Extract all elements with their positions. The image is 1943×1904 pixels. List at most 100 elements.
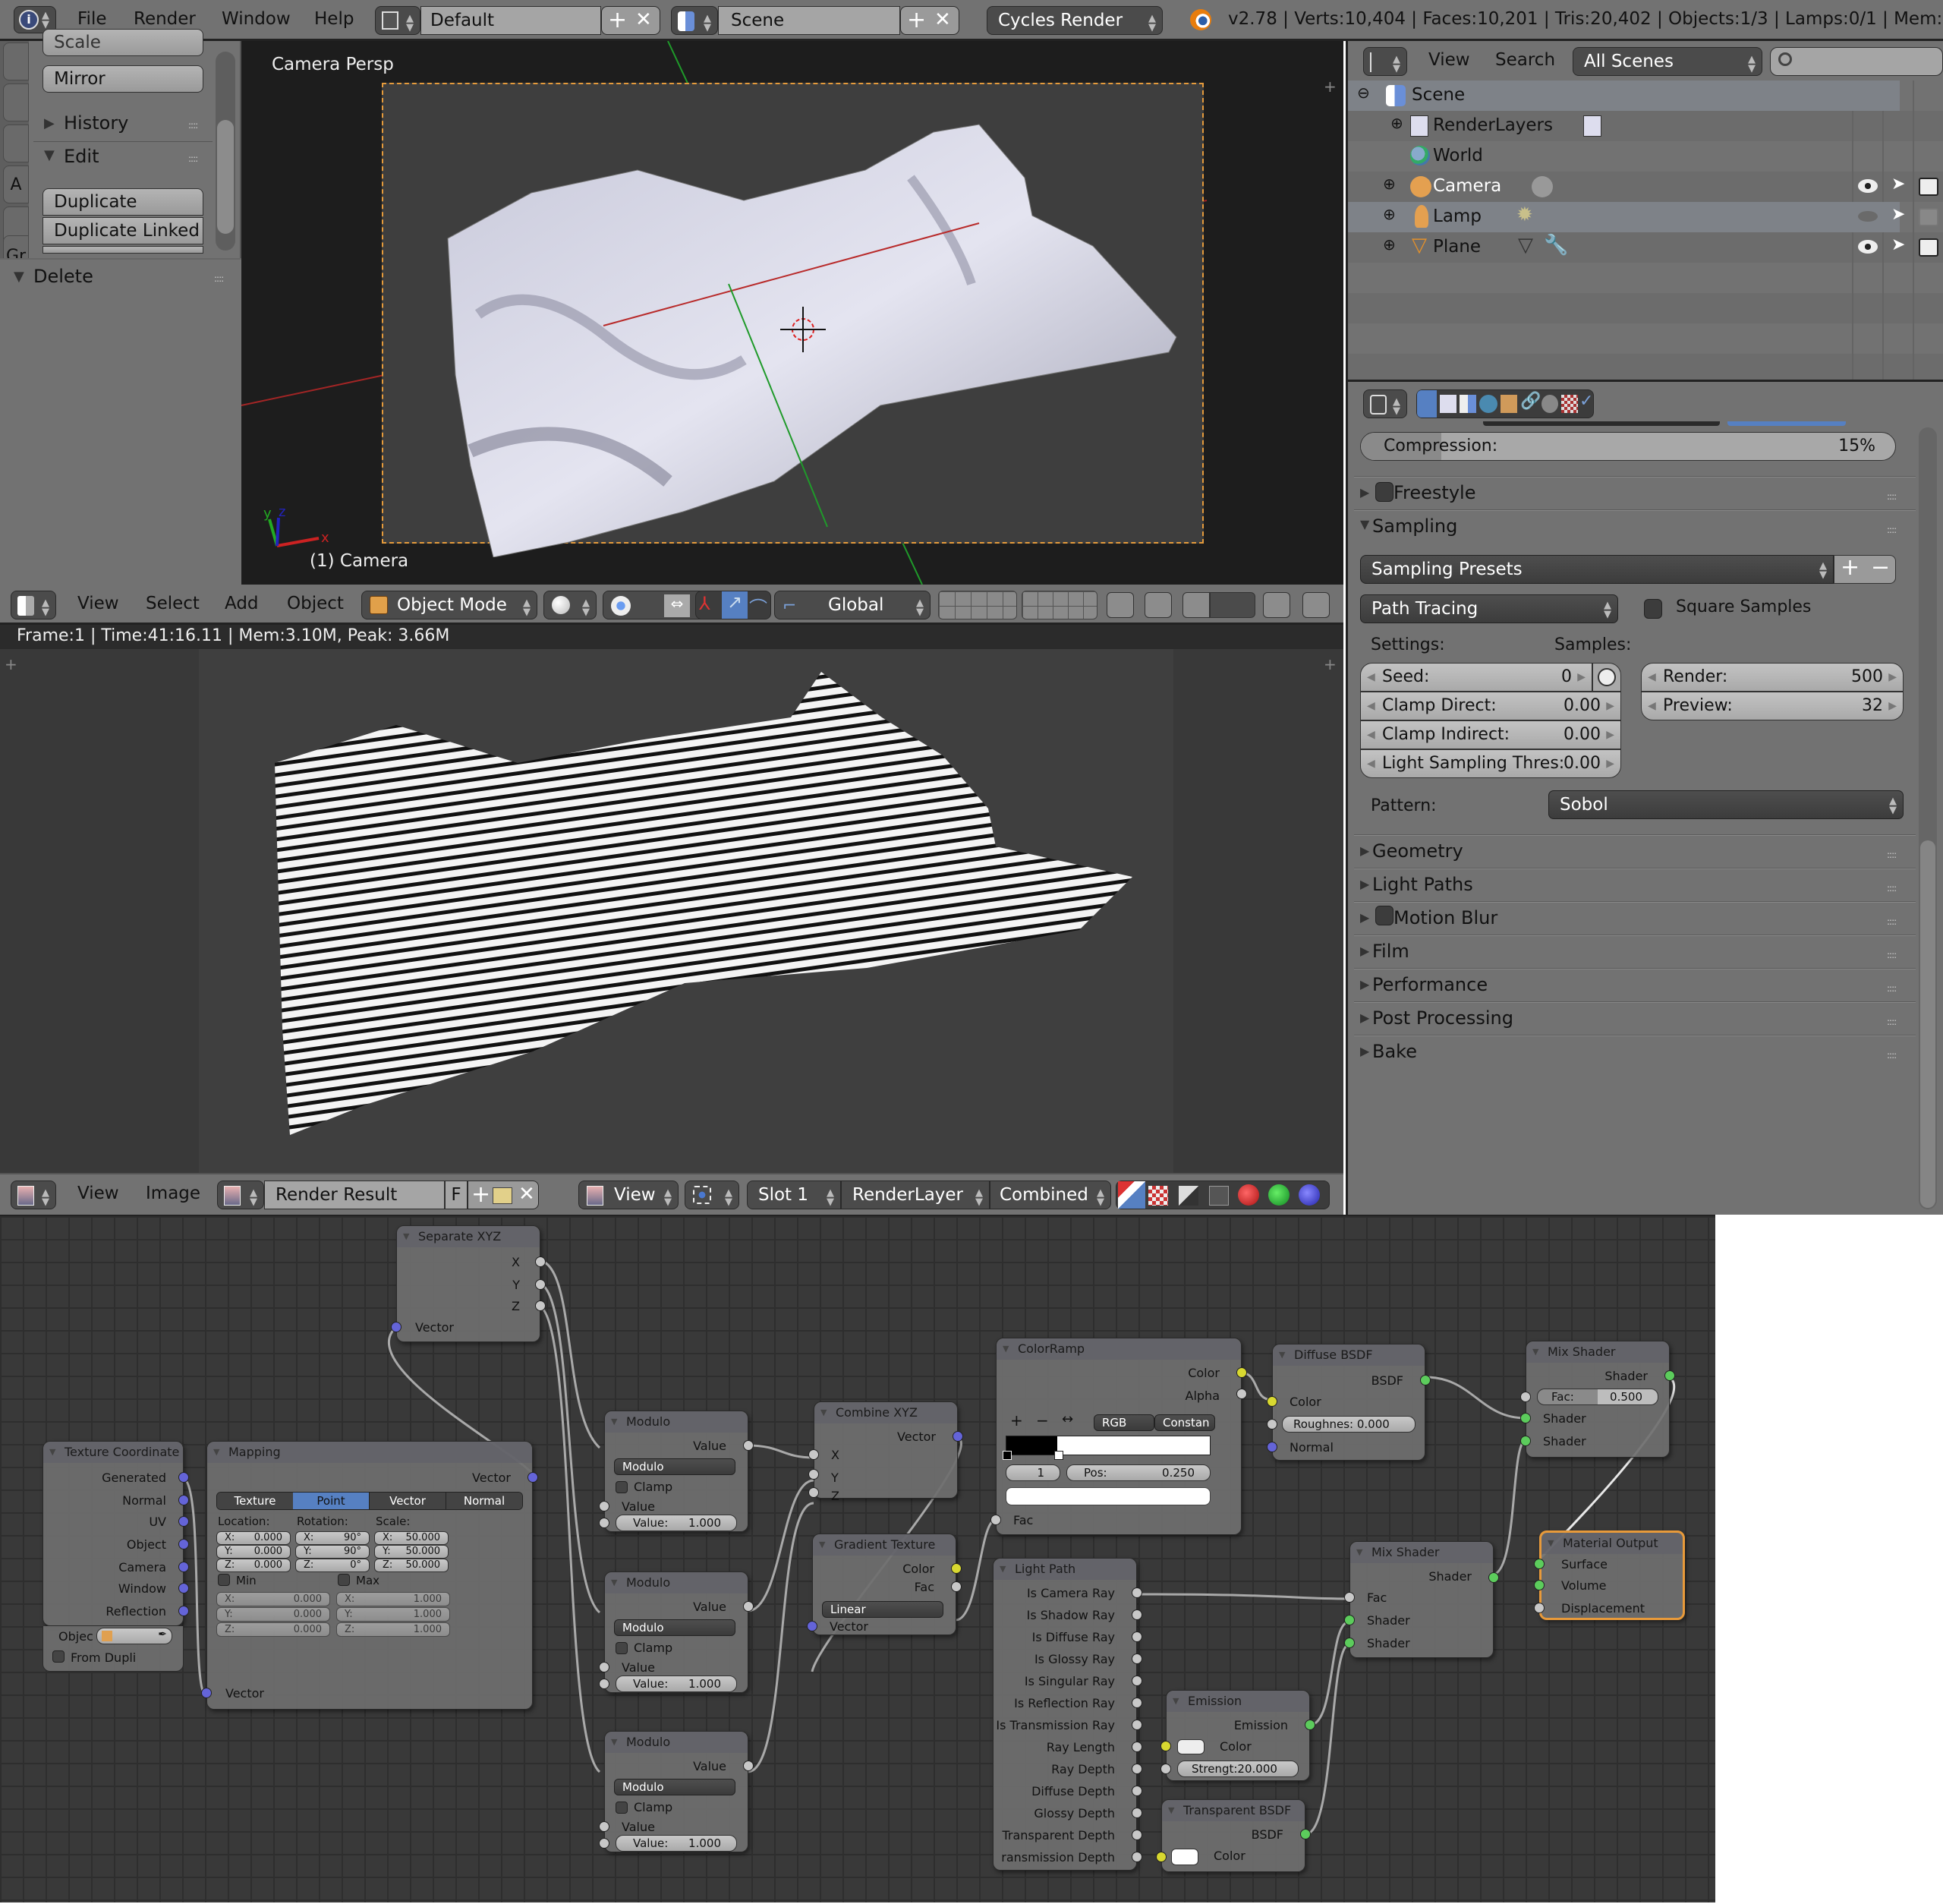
socket-vector-out[interactable] [527,1472,538,1483]
edit-grip-icon[interactable]: :::: [188,153,198,164]
motion-blur-panel-header[interactable]: Motion Blur [1393,907,1943,928]
render-layer-dropdown[interactable]: RenderLayer ▲ ▼ [841,1181,990,1209]
outliner-menu-view[interactable]: View [1428,50,1470,70]
outliner-item-camera[interactable]: ⊕ Camera ➤ [1348,172,1938,202]
light-path-output-socket[interactable] [1132,1675,1142,1686]
shelf-tab-create[interactable] [3,84,29,121]
viewport-corner-plus[interactable]: + [1324,77,1337,96]
bake-expand-icon[interactable]: ▶ [1360,1044,1369,1058]
socket-alpha-out[interactable] [1236,1389,1247,1399]
node-title[interactable]: Combine XYZ [814,1402,957,1423]
socket-volume-in[interactable] [1534,1580,1545,1590]
open-image-folder-icon[interactable] [493,1187,512,1204]
renderable-camera-icon[interactable] [1919,238,1938,257]
clamp-direct-field[interactable]: ◀ Clamp Direct: 0.00 ▶ [1360,692,1621,720]
light-path-output-socket[interactable] [1132,1808,1142,1818]
node-mix-shader-top[interactable]: Mix Shader Shader Fac:0.500 Shader Shade… [1520,1341,1675,1458]
join-button-partial[interactable] [43,246,203,254]
compression-slider[interactable]: Compression: 15% [1360,432,1896,461]
bake-panel-header[interactable]: Bake [1372,1041,1943,1062]
menu-view[interactable]: View [77,594,119,613]
render-slot-dropdown[interactable]: Slot 1 ▲ ▼ [747,1181,841,1209]
stop-position-field[interactable]: Pos: 0.250 [1066,1464,1211,1481]
socket-color-in[interactable] [1156,1852,1167,1862]
socket-shader1-in[interactable] [1520,1413,1531,1423]
mapping-min-y-field[interactable]: Y: 0.000 [216,1607,330,1622]
color-alpha-icon[interactable] [1118,1181,1145,1209]
mapping-rotation-x-field[interactable]: X: 90° [295,1531,370,1545]
eyedropper-icon[interactable]: ✒ [158,1627,167,1642]
socket-fac-in[interactable] [1344,1592,1355,1603]
socket-fac-out[interactable] [951,1581,962,1592]
stop-color-swatch[interactable] [1006,1487,1211,1505]
texture-tab-icon[interactable] [1561,395,1578,413]
socket-fac-in[interactable] [1520,1392,1531,1402]
visibility-eye-icon[interactable] [1858,179,1878,193]
visibility-eye-icon[interactable] [1858,240,1878,254]
node-title[interactable]: Separate XYZ [397,1226,540,1247]
mapping-location-x-field[interactable]: X: 0.000 [216,1531,291,1545]
node-title[interactable]: Mix Shader [1350,1542,1493,1563]
add-preset-button[interactable]: + [1841,554,1860,581]
clamp-label[interactable]: Clamp [634,1800,672,1814]
mapping-min-z-field[interactable]: Z: 0.000 [216,1622,330,1637]
image-name-field[interactable]: Render Result [264,1181,445,1209]
socket-vector-in[interactable] [391,1322,402,1332]
mapping-scale-y-field[interactable]: Y: 50.000 [374,1545,449,1559]
delete-panel-header[interactable]: Delete [33,266,93,287]
mapping-tab-point[interactable]: Point [293,1493,369,1509]
integrator-dropdown[interactable]: Path Tracing ▲ ▼ [1360,594,1618,623]
pivot-point-icon[interactable] [611,596,631,616]
scene-name-field[interactable]: Scene [718,6,900,35]
world-tab-icon[interactable] [1479,395,1497,413]
expand-icon[interactable]: ⊕ [1383,175,1396,193]
red-channel-icon[interactable] [1238,1184,1259,1206]
mapping-scale-x-field[interactable]: X: 50.000 [374,1531,449,1545]
renderlayers-tab-icon[interactable] [1440,395,1456,413]
add-stop-button[interactable]: + [1010,1411,1023,1430]
mapping-rotation-z-field[interactable]: Z: 0° [295,1559,370,1572]
emission-strength-field[interactable]: Strengt:20.000 [1177,1761,1299,1777]
geometry-panel-header[interactable]: Geometry [1372,840,1943,862]
history-panel-header[interactable]: History [64,112,128,134]
translate-manipulator-icon[interactable]: ↗ [722,591,748,619]
socket-object-out[interactable] [178,1539,189,1549]
socket-x-out[interactable] [535,1256,546,1267]
from-dupli-label[interactable]: From Dupli [71,1650,136,1665]
unlink-image-button[interactable]: ✕ [518,1183,535,1206]
properties-scrollbar-track[interactable] [1919,427,1937,1209]
outliner-item-plane[interactable]: ⊕ ▽ Plane ▽ 🔧 ➤ [1348,232,1938,263]
seed-field[interactable]: ◀ Seed: 0 ▶ [1360,663,1592,692]
remove-scene-button[interactable]: ✕ [934,8,951,31]
socket-value-out[interactable] [743,1601,754,1612]
camera-data-icon[interactable] [1532,176,1553,197]
socket-normal-in[interactable] [1267,1442,1277,1452]
alpha-icon[interactable] [1179,1186,1198,1206]
pattern-dropdown[interactable]: Sobol ▲ ▼ [1548,790,1904,819]
light-path-output-socket[interactable] [1132,1764,1142,1774]
mapping-tab-texture[interactable]: Texture [217,1493,293,1509]
math-operation-dropdown[interactable]: Modulo [614,1619,735,1636]
render-opengl-icon[interactable] [1302,592,1330,618]
film-expand-icon[interactable]: ▶ [1360,944,1369,958]
mesh-data-icon[interactable]: ▽ [1518,234,1533,257]
renderable-camera-icon[interactable] [1919,178,1938,196]
max-label[interactable]: Max [356,1574,379,1587]
light-path-output-socket[interactable] [1132,1609,1142,1620]
remove-layout-button[interactable]: ✕ [635,8,652,31]
freestyle-grip-icon[interactable]: :::: [1887,491,1897,502]
light-path-output-socket[interactable] [1132,1786,1142,1796]
active-stop-index[interactable]: 1 [1006,1464,1060,1481]
value-field[interactable]: Value: 1.000 [616,1515,737,1531]
green-channel-icon[interactable] [1268,1184,1290,1206]
performance-expand-icon[interactable]: ▶ [1360,977,1369,991]
add-scene-button[interactable]: + [907,7,926,33]
light-path-output-socket[interactable] [1132,1587,1142,1598]
socket-vector-in[interactable] [201,1688,212,1698]
freestyle-panel-header[interactable]: Freestyle [1393,482,1943,503]
constraints-tab-icon[interactable]: 🔗 [1520,392,1541,411]
image-corner-plus-left[interactable]: + [5,655,17,673]
socket-value2-in[interactable] [599,1838,609,1849]
properties-scrollbar-thumb[interactable] [1920,840,1935,1208]
manipulator-axes-icon[interactable]: ⅄ [699,593,722,617]
